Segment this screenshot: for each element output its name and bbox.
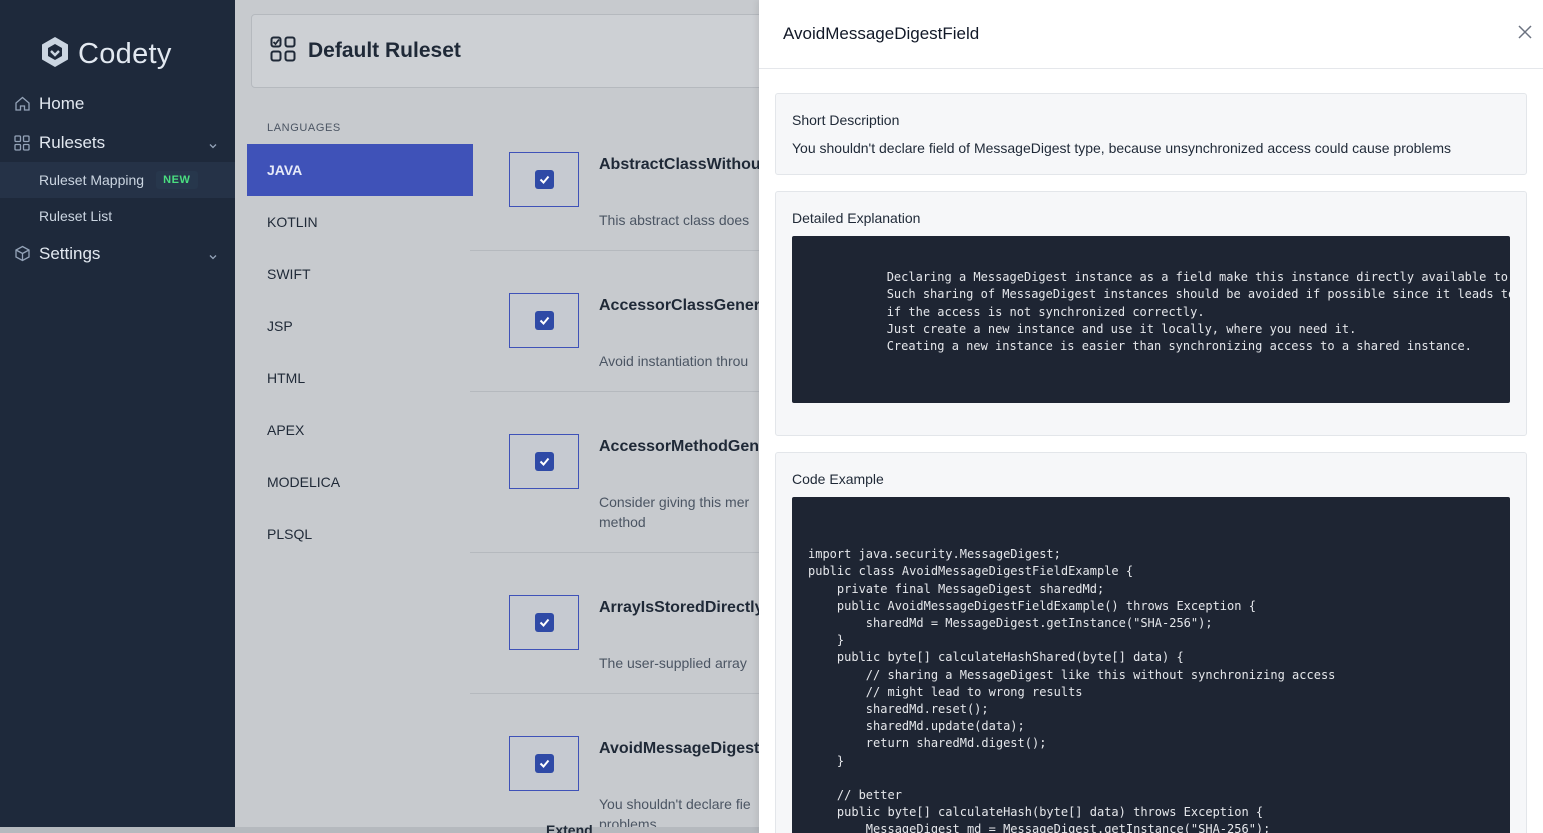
- rule-checkbox[interactable]: [509, 434, 579, 489]
- home-icon: [13, 95, 31, 113]
- sidebar-item-label: Ruleset List: [39, 208, 113, 224]
- check-icon: [539, 759, 549, 768]
- close-icon[interactable]: [1515, 22, 1535, 42]
- check-icon: [539, 175, 549, 184]
- footer-fragment: Extend: [546, 822, 593, 833]
- language-item-modelica[interactable]: MODELICA: [247, 456, 473, 508]
- rule-description: Consider giving this mer method: [599, 494, 750, 530]
- sidebar-item-rulesets[interactable]: Rulesets: [0, 123, 235, 162]
- chevron-down-icon: [207, 137, 219, 149]
- rule-checkbox[interactable]: [509, 152, 579, 207]
- grid-icon: [13, 134, 31, 152]
- sidebar-item-label: Rulesets: [39, 132, 106, 152]
- app-name: Codety: [78, 37, 172, 70]
- code-example-code: import java.security.MessageDigest; publ…: [792, 497, 1510, 833]
- check-icon: [539, 457, 549, 466]
- rule-list: AbstractClassWithou This abstract class …: [470, 110, 764, 833]
- check-icon: [539, 618, 549, 627]
- rule-description: Avoid instantiation throu: [599, 353, 749, 369]
- rule-row[interactable]: AccessorClassGener Avoid instantiation t…: [470, 251, 760, 392]
- chevron-down-icon: [207, 248, 219, 260]
- sidebar-item-label: Settings: [39, 243, 101, 263]
- languages-label: LANGUAGES: [267, 122, 341, 134]
- page-header: Default Ruleset: [251, 14, 811, 88]
- language-item-plsql[interactable]: PLSQL: [247, 508, 473, 560]
- drawer-header: AvoidMessageDigestField: [759, 0, 1543, 69]
- rule-checkbox[interactable]: [509, 736, 579, 791]
- sidebar-item-settings[interactable]: Settings: [0, 234, 235, 273]
- language-item-swift[interactable]: SWIFT: [247, 248, 473, 300]
- sidebar-item-ruleset-list[interactable]: Ruleset List: [0, 198, 235, 234]
- rule-description: This abstract class does: [599, 212, 750, 228]
- short-description-card: Short Description You shouldn't declare …: [775, 93, 1527, 175]
- rule-row[interactable]: AbstractClassWithou This abstract class …: [470, 110, 761, 251]
- rule-name[interactable]: AbstractClassWithou: [599, 156, 761, 174]
- language-list: JAVA KOTLIN SWIFT JSP HTML APEX MODELICA…: [247, 144, 473, 560]
- detailed-explanation-card: Detailed Explanation Declaring a Message…: [775, 191, 1527, 436]
- page-title: Default Ruleset: [308, 39, 461, 62]
- language-item-jsp[interactable]: JSP: [247, 300, 473, 352]
- sidebar-item-label: Ruleset Mapping: [39, 172, 145, 188]
- detailed-explanation-heading: Detailed Explanation: [792, 210, 921, 226]
- sidebar-item-ruleset-mapping[interactable]: Ruleset Mapping NEW: [0, 162, 235, 198]
- code-example-heading: Code Example: [792, 471, 884, 487]
- rule-row[interactable]: ArrayIsStoredDirectly The user-supplied …: [470, 553, 764, 694]
- rule-row[interactable]: AvoidMessageDigest You shouldn't declare…: [470, 694, 760, 833]
- language-item-html[interactable]: HTML: [247, 352, 473, 404]
- ruleset-icon: [270, 36, 296, 67]
- new-badge: NEW: [156, 171, 198, 189]
- rule-checkbox[interactable]: [509, 595, 579, 650]
- language-item-kotlin[interactable]: KOTLIN: [247, 196, 473, 248]
- check-icon: [539, 316, 549, 325]
- short-description-text: You shouldn't declare field of MessageDi…: [792, 140, 1451, 156]
- language-item-java[interactable]: JAVA: [247, 144, 473, 196]
- rule-description: The user-supplied array: [599, 655, 747, 671]
- code-example-card: Code Example import java.security.Messag…: [775, 452, 1527, 833]
- rule-detail-drawer: AvoidMessageDigestField Short Descriptio…: [759, 0, 1543, 833]
- drawer-title: AvoidMessageDigestField: [783, 24, 980, 43]
- rule-checkbox[interactable]: [509, 293, 579, 348]
- rule-name[interactable]: AccessorClassGener: [599, 297, 760, 315]
- sidebar: Codety Home Rulesets Ruleset Mapping NEW…: [0, 0, 235, 833]
- rule-name[interactable]: AvoidMessageDigest: [599, 740, 759, 758]
- rule-name[interactable]: ArrayIsStoredDirectly: [599, 599, 764, 617]
- cube-icon: [13, 245, 31, 263]
- short-description-heading: Short Description: [792, 112, 900, 128]
- app-logo[interactable]: Codety: [0, 0, 235, 84]
- detailed-explanation-code: Declaring a MessageDigest instance as a …: [792, 236, 1510, 403]
- rule-name[interactable]: AccessorMethodGen: [599, 438, 759, 456]
- sidebar-item-label: Home: [39, 93, 85, 113]
- sidebar-item-home[interactable]: Home: [0, 84, 235, 123]
- rule-row[interactable]: AccessorMethodGen Consider giving this m…: [470, 392, 760, 553]
- codety-logo-icon: [40, 36, 70, 73]
- language-item-apex[interactable]: APEX: [247, 404, 473, 456]
